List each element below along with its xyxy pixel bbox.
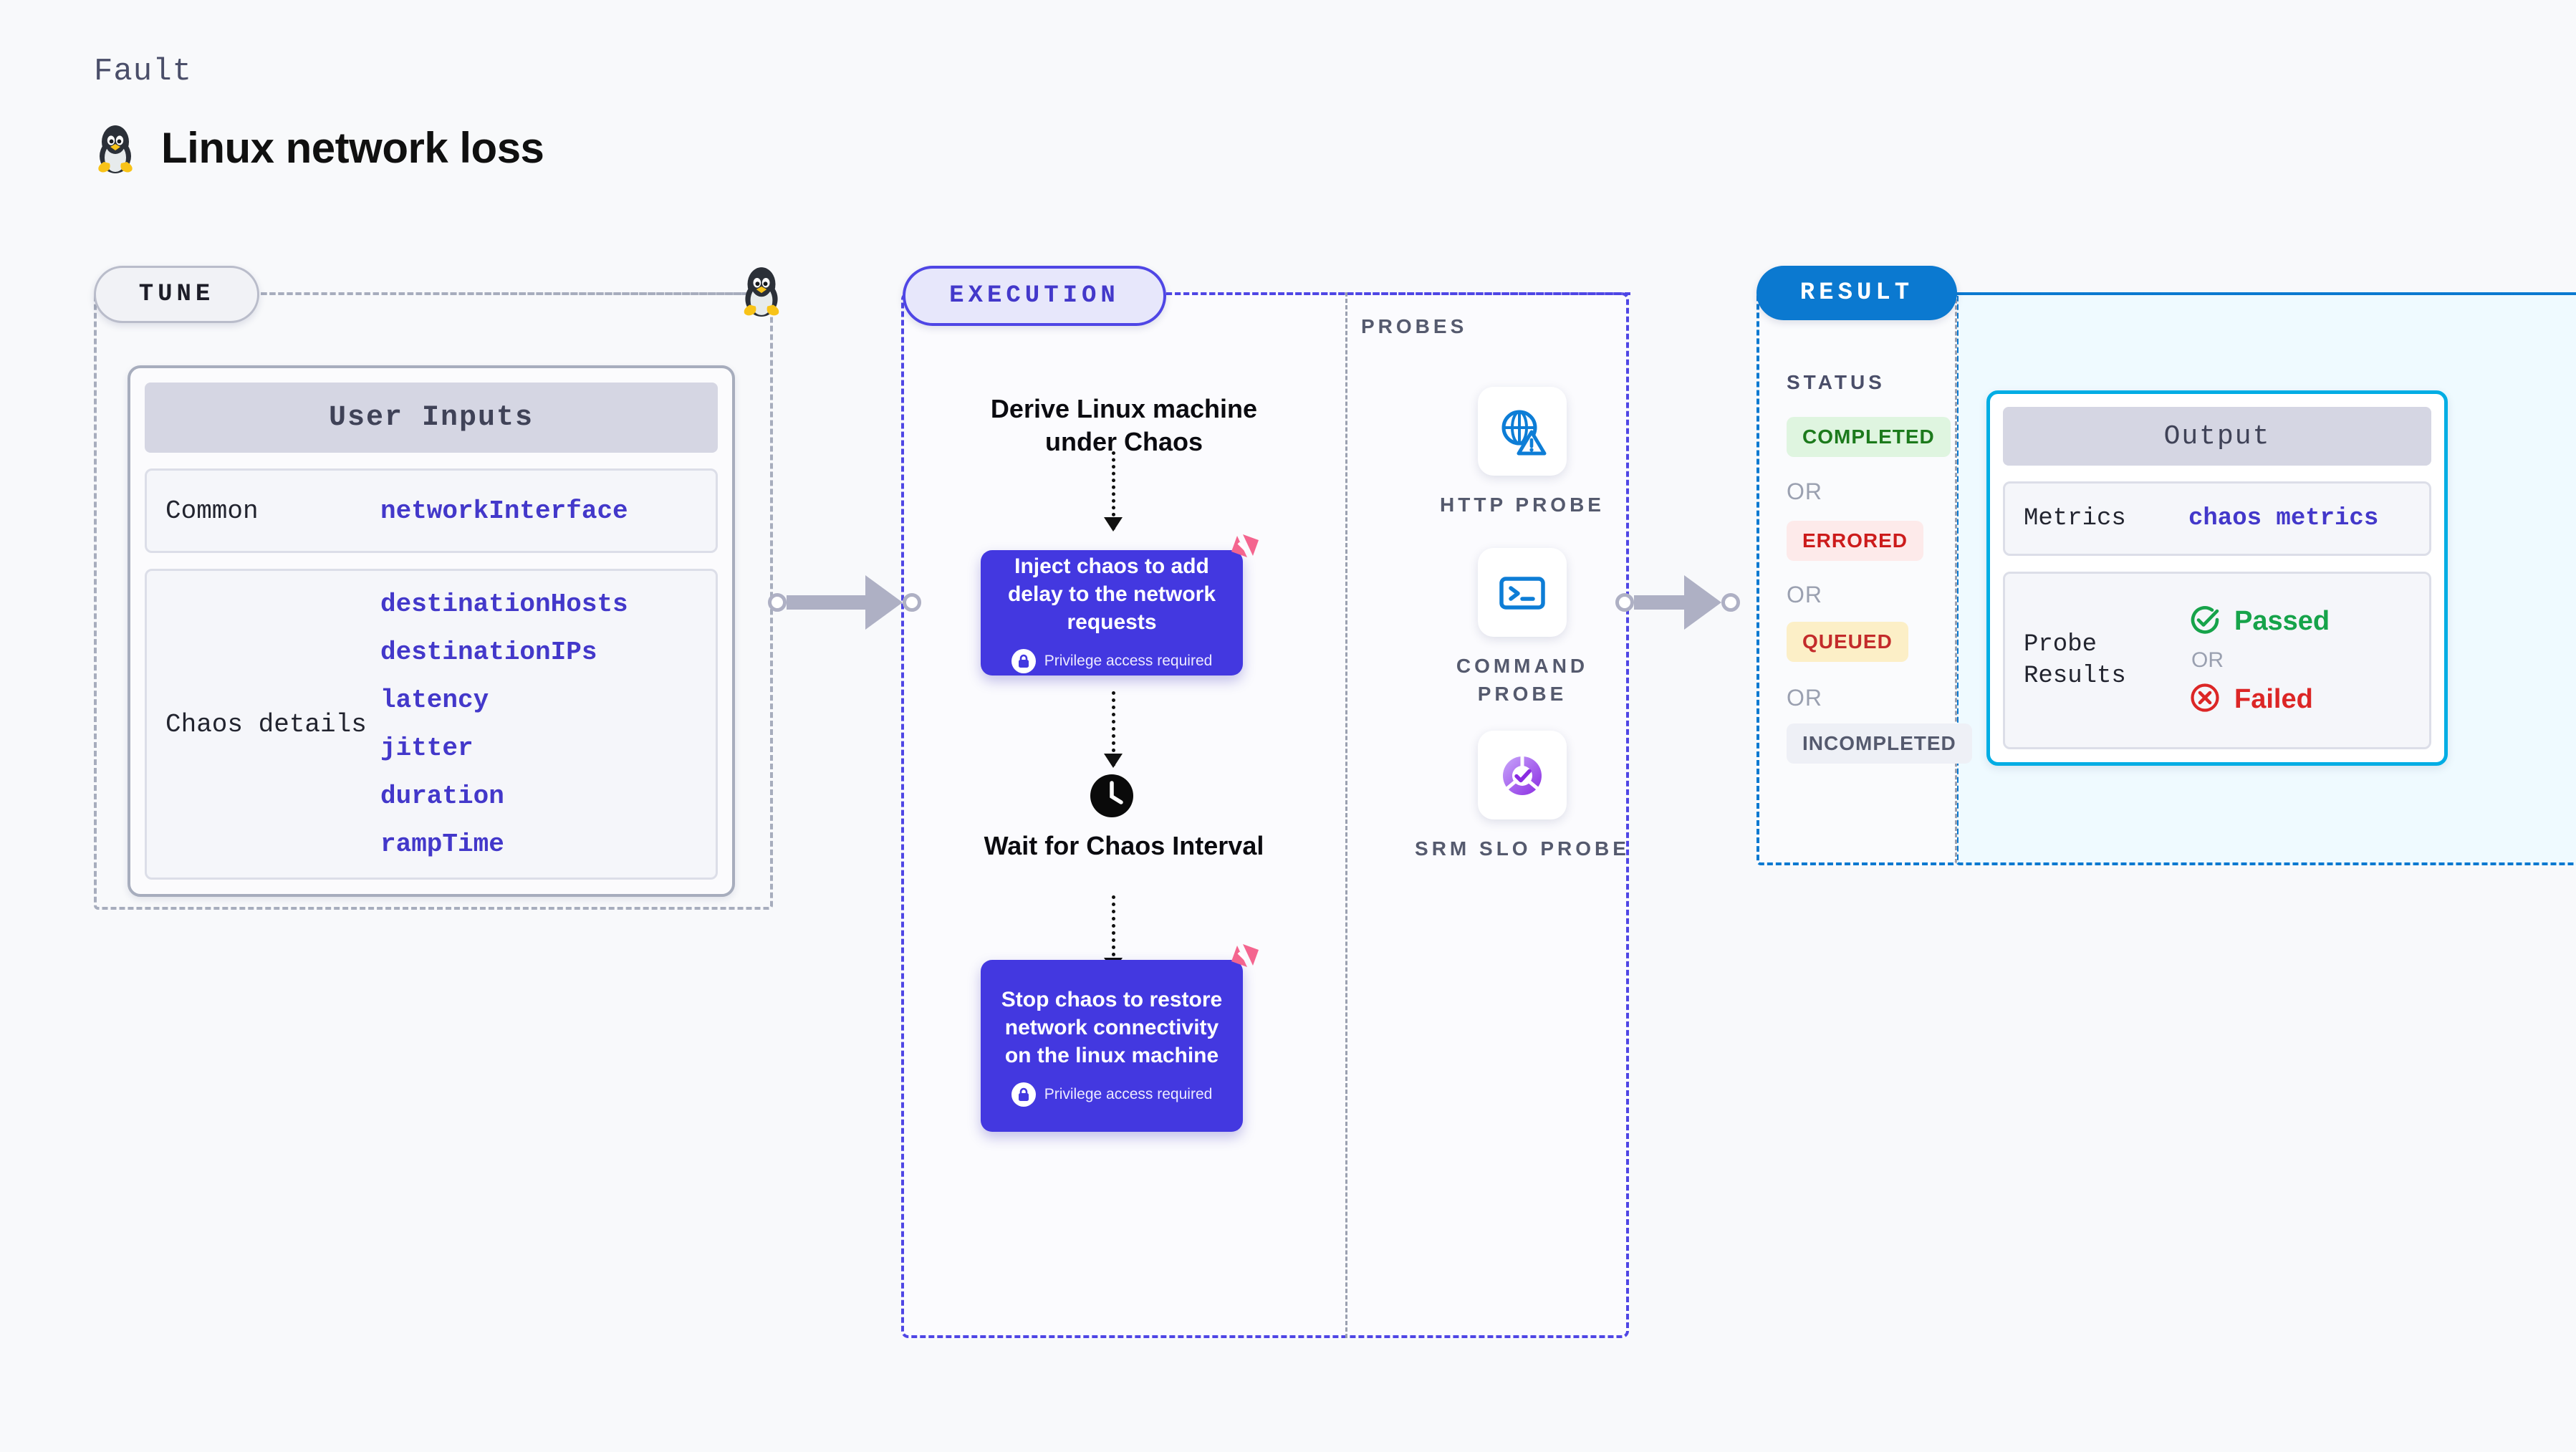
privilege-access-badge: Privilege access required bbox=[1011, 649, 1213, 673]
privilege-access-badge: Privilege access required bbox=[1011, 1082, 1213, 1107]
user-input-value[interactable]: jitter bbox=[380, 734, 628, 763]
user-input-value[interactable]: destinationIPs bbox=[380, 638, 628, 667]
privilege-access-label: Privilege access required bbox=[1044, 653, 1213, 669]
status-or-label: OR bbox=[1787, 582, 1822, 607]
probe-name-label: HTTP PROBE bbox=[1440, 494, 1605, 516]
harness-logo-icon bbox=[1221, 532, 1261, 575]
status-badge-queued: QUEUED bbox=[1787, 622, 1908, 662]
status-or-label: OR bbox=[1787, 685, 1822, 711]
harness-logo-icon bbox=[1221, 941, 1261, 985]
check-circle-icon bbox=[2188, 603, 2221, 640]
connector-end-dot bbox=[1721, 593, 1740, 612]
connector-execution-to-result bbox=[1615, 575, 1740, 630]
status-badge-completed: COMPLETED bbox=[1787, 417, 1951, 457]
connector-shaft bbox=[787, 595, 865, 610]
probes-section-label: PROBES bbox=[1361, 315, 1468, 337]
output-probe-results-label: Probe Results bbox=[2024, 630, 2126, 690]
probe-result-passed: Passed bbox=[2188, 603, 2330, 640]
execution-step-wait: Wait for Chaos Interval bbox=[984, 831, 1264, 860]
user-input-row-chaos-details: Chaos details destinationHosts destinati… bbox=[145, 569, 718, 880]
user-input-row-common: Common networkInterface bbox=[145, 468, 718, 553]
globe-warning-icon bbox=[1478, 387, 1567, 476]
output-metrics-value[interactable]: chaos metrics bbox=[2188, 505, 2378, 532]
slo-donut-check-icon bbox=[1478, 731, 1567, 819]
lock-icon bbox=[1011, 649, 1036, 673]
output-row-metrics: Metrics chaos metrics bbox=[2003, 481, 2431, 556]
page-title: Linux network loss bbox=[161, 123, 544, 172]
output-card: Output Metrics chaos metrics Probe Resul… bbox=[1986, 390, 2448, 766]
probes-region-divider bbox=[1345, 292, 1347, 1338]
user-input-row-label: Common bbox=[165, 496, 259, 526]
terminal-icon bbox=[1478, 548, 1567, 637]
user-input-value[interactable]: latency bbox=[380, 686, 628, 715]
execution-step-stop-label: Stop chaos to restore network connectivi… bbox=[1001, 987, 1223, 1067]
connector-arrowhead bbox=[1684, 575, 1721, 630]
phase-pill-result[interactable]: RESULT bbox=[1756, 266, 1957, 320]
connector-start-dot bbox=[1615, 593, 1634, 612]
fault-eyebrow-label: Fault bbox=[94, 54, 193, 90]
status-section-label: STATUS bbox=[1787, 371, 1885, 393]
probe-result-failed: Failed bbox=[2188, 681, 2330, 718]
connector-shaft bbox=[1634, 595, 1684, 610]
output-probe-results-values: Passed OR Failed bbox=[2188, 603, 2330, 718]
phase-pill-tune[interactable]: TUNE bbox=[94, 266, 259, 323]
probe-result-passed-label: Passed bbox=[2234, 606, 2330, 636]
probe-name-label: COMMAND PROBE bbox=[1456, 655, 1589, 705]
linux-penguin-icon bbox=[94, 120, 137, 175]
user-input-value[interactable]: duration bbox=[380, 782, 628, 811]
connector-start-dot bbox=[768, 593, 787, 612]
result-leader-line bbox=[1954, 292, 2576, 295]
connector-tune-to-execution bbox=[768, 575, 921, 630]
output-metrics-label: Metrics bbox=[2024, 504, 2126, 532]
lock-icon bbox=[1011, 1082, 1036, 1107]
execution-step-inject-label: Inject chaos to add delay to the network… bbox=[1007, 554, 1216, 634]
privilege-access-label: Privilege access required bbox=[1044, 1085, 1213, 1102]
execution-step-stop-card[interactable]: Stop chaos to restore network connectivi… bbox=[981, 944, 1259, 1132]
phase-pill-execution[interactable]: EXECUTION bbox=[903, 266, 1166, 326]
connector-arrowhead bbox=[865, 575, 903, 630]
execution-step-derive: Derive Linux machine under Chaos bbox=[990, 394, 1258, 457]
status-or-label: OR bbox=[1787, 479, 1822, 504]
user-input-value[interactable]: networkInterface bbox=[380, 496, 628, 526]
user-input-value[interactable]: destinationHosts bbox=[380, 590, 628, 619]
user-inputs-card: User Inputs Common networkInterface Chao… bbox=[128, 365, 735, 897]
tune-leader-line bbox=[252, 292, 768, 295]
user-input-row-label: Chaos details bbox=[165, 709, 367, 739]
probe-result-or-label: OR bbox=[2191, 648, 2224, 672]
probe-item-srm-slo[interactable]: SRM SLO PROBE bbox=[1415, 731, 1630, 863]
user-input-value[interactable]: rampTime bbox=[380, 830, 628, 859]
connector-end-dot bbox=[903, 593, 921, 612]
x-circle-icon bbox=[2188, 681, 2221, 718]
status-badge-incompleted: INCOMPLETED bbox=[1787, 723, 1972, 764]
probe-name-label: SRM SLO PROBE bbox=[1415, 837, 1630, 860]
probe-result-failed-label: Failed bbox=[2234, 684, 2313, 714]
user-input-row-values: networkInterface bbox=[380, 496, 628, 526]
output-row-probe-results: Probe Results Passed OR Failed bbox=[2003, 572, 2431, 749]
fault-title-row: Linux network loss bbox=[94, 120, 544, 175]
execution-leader-line bbox=[1158, 292, 1630, 295]
execution-step-inject-card[interactable]: Inject chaos to add delay to the network… bbox=[981, 534, 1259, 675]
status-badge-errored: ERRORED bbox=[1787, 521, 1924, 561]
user-input-row-values: destinationHosts destinationIPs latency … bbox=[380, 590, 628, 859]
linux-penguin-marker-icon bbox=[739, 262, 784, 322]
user-inputs-title: User Inputs bbox=[145, 383, 718, 453]
output-card-title: Output bbox=[2003, 407, 2431, 466]
probe-item-http[interactable]: HTTP PROBE bbox=[1415, 387, 1630, 519]
probe-item-command[interactable]: COMMAND PROBE bbox=[1415, 548, 1630, 708]
clock-icon bbox=[1090, 774, 1134, 822]
